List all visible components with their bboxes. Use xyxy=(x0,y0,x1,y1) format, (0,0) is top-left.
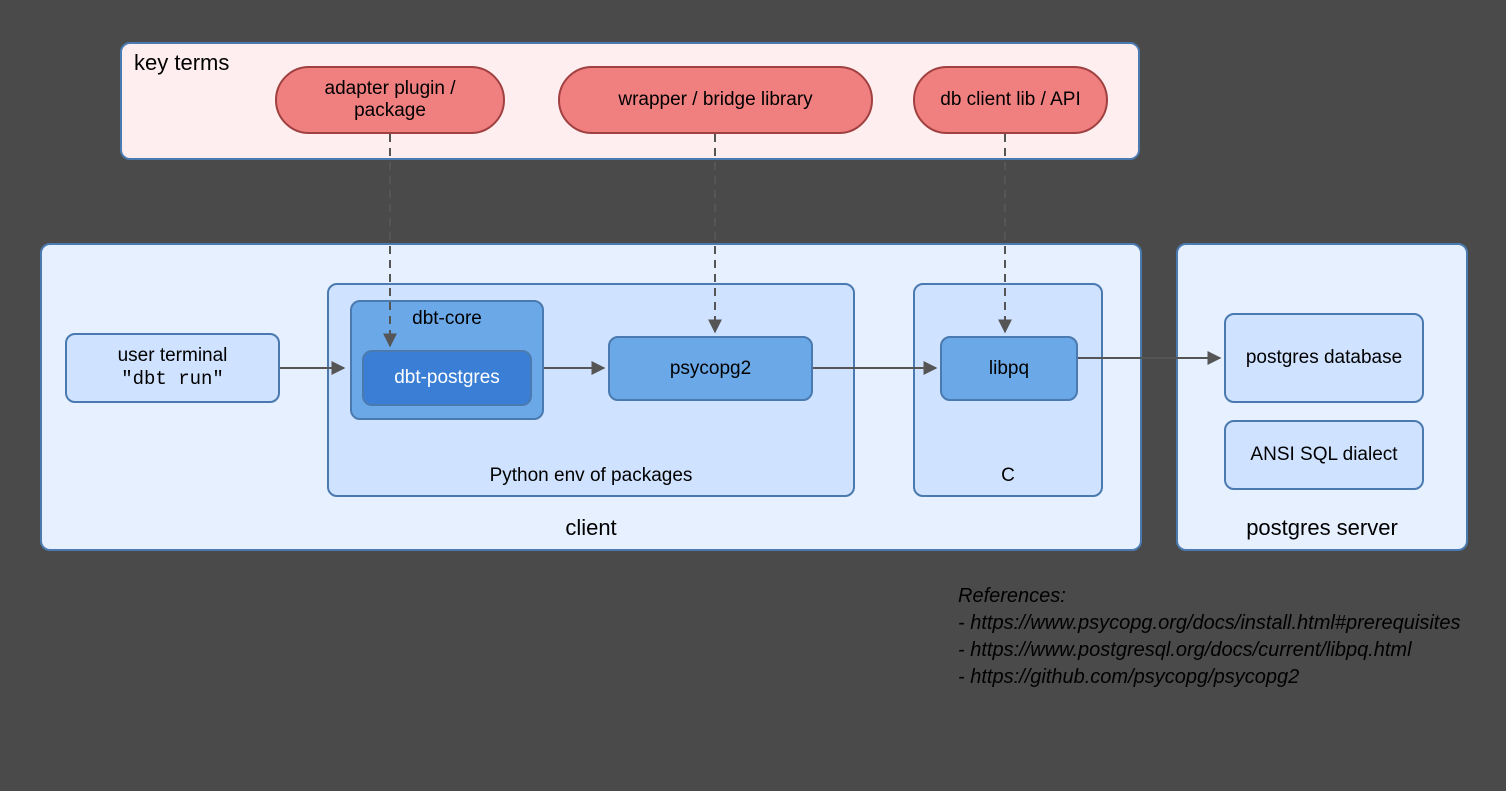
pill-adapter-plugin: adapter plugin / package xyxy=(275,66,505,134)
postgres-server-label: postgres server xyxy=(1246,515,1398,541)
key-terms-title: key terms xyxy=(134,50,229,76)
user-terminal-box: user terminal "dbt run" xyxy=(65,333,280,403)
pill-wrapper-bridge: wrapper / bridge library xyxy=(558,66,873,134)
references-line3: - https://github.com/psycopg/psycopg2 xyxy=(958,664,1460,691)
references-line2: - https://www.postgresql.org/docs/curren… xyxy=(958,637,1460,664)
user-terminal-line1: user terminal xyxy=(118,344,228,368)
dbt-core-label: dbt-core xyxy=(352,308,542,330)
postgres-database-label: postgres database xyxy=(1246,346,1402,370)
postgres-database-box: postgres database xyxy=(1224,313,1424,403)
dbt-postgres-box: dbt-postgres xyxy=(362,350,532,406)
pill-adapter-plugin-label: adapter plugin / package xyxy=(289,78,491,122)
references-line1: - https://www.psycopg.org/docs/install.h… xyxy=(958,610,1460,637)
psycopg2-label: psycopg2 xyxy=(670,358,751,380)
ansi-sql-dialect-box: ANSI SQL dialect xyxy=(1224,420,1424,490)
ansi-sql-dialect-label: ANSI SQL dialect xyxy=(1250,443,1397,467)
pill-db-client-lib: db client lib / API xyxy=(913,66,1108,134)
libpq-label: libpq xyxy=(989,358,1029,380)
references-title: References: xyxy=(958,583,1460,610)
python-env-label: Python env of packages xyxy=(490,465,693,487)
libpq-box: libpq xyxy=(940,336,1078,401)
pill-db-client-lib-label: db client lib / API xyxy=(940,89,1080,111)
user-terminal-line2: "dbt run" xyxy=(121,368,224,392)
pill-wrapper-bridge-label: wrapper / bridge library xyxy=(618,89,812,111)
c-env-label: C xyxy=(1001,465,1015,487)
references-block: References: - https://www.psycopg.org/do… xyxy=(958,583,1460,691)
dbt-postgres-label: dbt-postgres xyxy=(394,367,500,389)
psycopg2-box: psycopg2 xyxy=(608,336,813,401)
client-label: client xyxy=(565,515,616,541)
